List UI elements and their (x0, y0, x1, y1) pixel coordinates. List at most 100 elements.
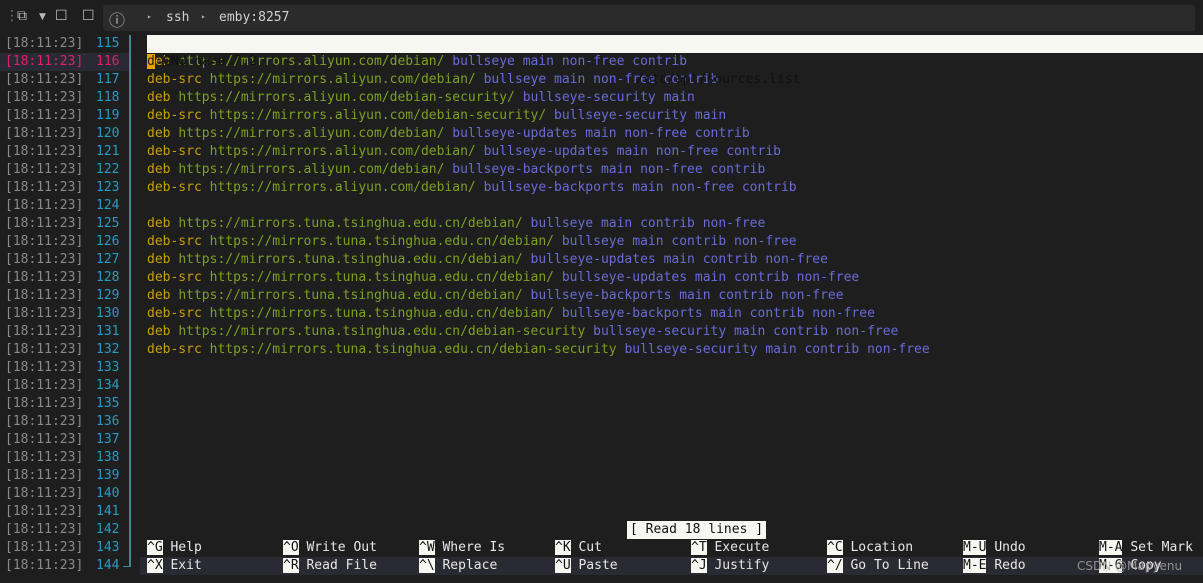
source-components: bullseye-updates main non-free contrib (483, 144, 781, 159)
line-number: 127 (96, 252, 120, 267)
shortcut-key: ^O (283, 540, 299, 555)
shortcut-label: Execute (714, 540, 770, 555)
breadcrumb-host[interactable]: emby:8257 (219, 10, 289, 25)
line-number: 140 (96, 486, 120, 501)
source-components: bullseye-backports main non-free contrib (452, 162, 766, 177)
gutter-row: [18:11:23] 120 (0, 125, 130, 143)
line-number: 118 (96, 90, 120, 105)
shortcut-key: ^T (691, 540, 707, 555)
shortcut-key: ^G (147, 540, 163, 555)
shortcut-redo[interactable]: M-E Redo (963, 557, 1026, 575)
source-type: deb (147, 252, 171, 267)
timestamp: [18:11:23] (5, 270, 84, 285)
shortcut-replace[interactable]: ^\ Replace (419, 557, 497, 575)
gutter-row: [18:11:23] 118 (0, 89, 130, 107)
nano-editor[interactable]: GNU nano 7.2 /etc/apt/sources.list deb h… (147, 35, 1203, 359)
source-type: deb-src (147, 144, 202, 159)
shortcut-set-mark[interactable]: M-A Set Mark (1099, 539, 1193, 557)
source-url: https://mirrors.tuna.tsinghua.edu.cn/deb… (178, 216, 523, 231)
gutter-row: [18:11:23] 117 (0, 71, 130, 89)
file-content[interactable]: deb https://mirrors.aliyun.com/debian/ b… (147, 53, 1203, 359)
source-type: deb-src (147, 180, 202, 195)
gutter-row: [18:11:23] 119 (0, 107, 130, 125)
shortcut-key: ^K (555, 540, 571, 555)
timestamp: [18:11:23] (5, 108, 84, 123)
gutter-divider (129, 35, 131, 567)
gutter-row: [18:11:23] 142 (0, 521, 130, 539)
gutter-row: [18:11:23] 126 (0, 233, 130, 251)
source-type: deb-src (147, 270, 202, 285)
shortcut-exit[interactable]: ^X Exit (147, 557, 202, 575)
shortcut-execute[interactable]: ^T Execute (691, 539, 769, 557)
source-url: https://mirrors.tuna.tsinghua.edu.cn/deb… (209, 342, 617, 357)
shortcut-location[interactable]: ^C Location (827, 539, 913, 557)
line-number: 115 (96, 36, 120, 51)
shortcut-label: Replace (442, 558, 498, 573)
source-type: deb (147, 324, 171, 339)
gutter-row: [18:11:23] 121 (0, 143, 130, 161)
file-line: deb https://mirrors.tuna.tsinghua.edu.cn… (147, 287, 1203, 305)
gutter-row: [18:11:23] 136 (0, 413, 130, 431)
shortcut-key: ^/ (827, 558, 843, 573)
shortcut-key: ^J (691, 558, 707, 573)
shortcut-go-to-line[interactable]: ^/ Go To Line (827, 557, 929, 575)
line-number: 135 (96, 396, 120, 411)
shortcut-label: Redo (994, 558, 1026, 573)
timestamp: [18:11:23] (5, 504, 84, 519)
line-number: 125 (96, 216, 120, 231)
line-number: 116 (96, 54, 120, 69)
shortcut-key: ^W (419, 540, 435, 555)
gutter-row: [18:11:23] 131 (0, 323, 130, 341)
file-line: deb-src https://mirrors.tuna.tsinghua.ed… (147, 269, 1203, 287)
shortcut-write-out[interactable]: ^O Write Out (283, 539, 377, 557)
source-components: bullseye-backports main contrib non-free (561, 306, 875, 321)
line-number: 144 (96, 558, 120, 573)
gutter-row: [18:11:23] 144 (0, 557, 130, 575)
shortcut-key: ^X (147, 558, 163, 573)
breadcrumb-ssh[interactable]: ssh (166, 10, 189, 25)
shortcut-paste[interactable]: ^U Paste (555, 557, 618, 575)
timestamp: [18:11:23] (5, 540, 84, 555)
source-type: deb (147, 126, 171, 141)
line-number: 141 (96, 504, 120, 519)
shortcut-justify[interactable]: ^J Justify (691, 557, 769, 575)
timestamp: [18:11:23] (5, 396, 84, 411)
source-components: bullseye main contrib non-free (561, 234, 797, 249)
file-line: deb https://mirrors.aliyun.com/debian/ b… (147, 53, 1203, 71)
watermark: CSDN @Mapyenu (1077, 559, 1183, 573)
source-type: deb-src (147, 234, 202, 249)
shortcut-where-is[interactable]: ^W Where Is (419, 539, 505, 557)
terminal-toolbar: ⋮ ⧉ ▼ ☐ ☐ ⓘ ▸ ssh ▸ emby:8257 (0, 0, 1203, 35)
line-number: 126 (96, 234, 120, 249)
shortcut-cut[interactable]: ^K Cut (555, 539, 602, 557)
shortcut-label: Help (170, 540, 202, 555)
timestamp: [18:11:23] (5, 216, 84, 231)
timestamp: [18:11:23] (5, 378, 84, 393)
shortcut-help[interactable]: ^G Help (147, 539, 202, 557)
file-line: deb-src https://mirrors.tuna.tsinghua.ed… (147, 341, 1203, 359)
file-line: deb-src https://mirrors.tuna.tsinghua.ed… (147, 233, 1203, 251)
info-icon[interactable]: ⓘ (109, 7, 125, 31)
source-url: https://mirrors.aliyun.com/debian/ (209, 72, 476, 87)
file-line: deb https://mirrors.tuna.tsinghua.edu.cn… (147, 215, 1203, 233)
timestamp: [18:11:23] (5, 54, 84, 69)
timestamp: [18:11:23] (5, 468, 84, 483)
new-tab-icon[interactable]: ⧉ (17, 8, 27, 24)
chevron-down-icon[interactable]: ▼ (39, 12, 46, 22)
settings-tab-icon[interactable]: ☐ (82, 8, 95, 24)
shortcut-label: Location (850, 540, 914, 555)
timestamp: [18:11:23] (5, 324, 84, 339)
source-url: https://mirrors.aliyun.com/debian/ (209, 180, 476, 195)
shortcut-label: Undo (994, 540, 1026, 555)
source-components: bullseye-backports main non-free contrib (483, 180, 797, 195)
timestamp: [18:11:23] (5, 522, 84, 537)
shortcut-read-file[interactable]: ^R Read File (283, 557, 377, 575)
timestamp: [18:11:23] (5, 36, 84, 51)
timestamp: [18:11:23] (5, 288, 84, 303)
close-tab-icon[interactable]: ☐ (55, 8, 68, 24)
source-components: bullseye-backports main contrib non-free (530, 288, 844, 303)
source-url: https://mirrors.aliyun.com/debian/ (209, 144, 476, 159)
line-number: 139 (96, 468, 120, 483)
gutter-row: [18:11:23] 132 (0, 341, 130, 359)
shortcut-undo[interactable]: M-U Undo (963, 539, 1026, 557)
